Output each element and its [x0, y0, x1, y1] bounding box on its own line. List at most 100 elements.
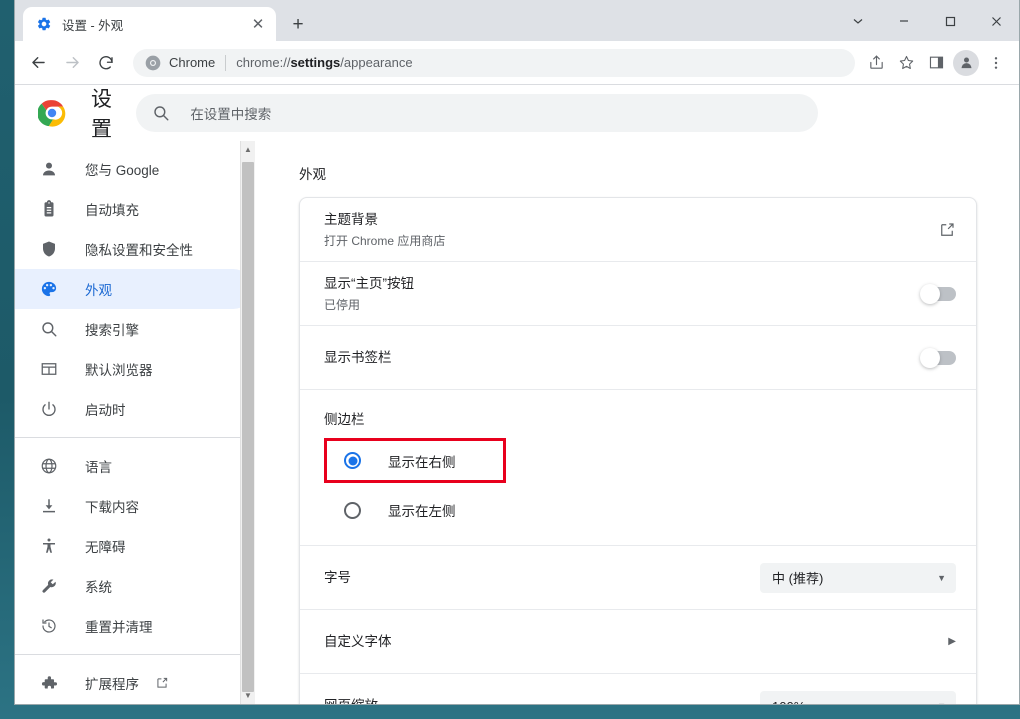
address-bar[interactable]: Chrome chrome://settings/appearance	[133, 48, 855, 77]
row-title: 网页缩放	[324, 696, 760, 704]
row-show-bookmarks-bar[interactable]: 显示书签栏	[300, 326, 976, 390]
sidebar-item-label: 您与 Google	[85, 163, 160, 178]
appearance-settings-card: 主题背景 打开 Chrome 应用商店 显示“主页”按钮 已停用 显示书签栏 侧…	[299, 197, 977, 704]
clipboard-icon	[39, 199, 59, 219]
row-customize-fonts[interactable]: 自定义字体 ▶	[300, 610, 976, 674]
sidebar-item-label: 系统	[85, 580, 112, 595]
minimize-icon[interactable]	[881, 0, 927, 41]
more-menu-icon[interactable]	[981, 48, 1011, 78]
avatar[interactable]	[953, 49, 979, 76]
side-panel-icon[interactable]	[921, 48, 951, 78]
sidebar-item-default-browser[interactable]: 默认浏览器	[15, 349, 253, 389]
sidebar-item-extensions[interactable]: 扩展程序	[15, 663, 253, 703]
sidebar-item-label: 外观	[85, 283, 112, 298]
bookmark-star-icon[interactable]	[891, 48, 921, 78]
scheme-label: Chrome	[169, 55, 216, 70]
row-page-zoom[interactable]: 网页缩放 100% ▼	[300, 674, 976, 704]
sidebar-scrollbar[interactable]: ▲ ▼	[240, 141, 255, 704]
search-area: 在设置中搜索	[112, 94, 1019, 132]
settings-sidebar: 您与 Google 自动填充 隐私设置和安全性 外观 搜索引擎 默认浏览器 启动…	[15, 141, 255, 704]
row-show-home-button[interactable]: 显示“主页”按钮 已停用	[300, 262, 976, 326]
close-icon[interactable]: ✕	[248, 14, 268, 34]
history-restore-icon	[39, 616, 59, 636]
row-title: 显示“主页”按钮	[324, 275, 414, 291]
new-tab-button[interactable]: +	[284, 10, 312, 38]
sidebar-item-label: 下载内容	[85, 500, 139, 515]
radio-row-show-on-left[interactable]: 显示在左侧	[324, 491, 956, 529]
sidebar-item-label: 扩展程序	[85, 677, 139, 692]
sidebar-item-accessibility[interactable]: 无障碍	[15, 526, 253, 566]
sidebar-item-languages[interactable]: 语言	[15, 446, 253, 486]
sidebar-item-downloads[interactable]: 下载内容	[15, 486, 253, 526]
power-icon	[39, 399, 59, 419]
radio-show-on-right[interactable]	[344, 452, 361, 469]
sidebar-item-autofill[interactable]: 自动填充	[15, 189, 253, 229]
row-text: 网页缩放	[324, 696, 760, 704]
browser-window-icon	[39, 359, 59, 379]
omnibox-divider	[225, 54, 227, 71]
external-link-icon[interactable]	[155, 676, 169, 690]
chevron-down-icon: ▼	[937, 572, 946, 583]
sidebar-item-you-and-google[interactable]: 您与 Google	[15, 149, 253, 189]
sidebar-item-on-startup[interactable]: 启动时	[15, 389, 253, 429]
toggle-show-home-button[interactable]	[920, 283, 956, 304]
sidebar-item-label: 隐私设置和安全性	[85, 243, 193, 258]
tab-settings-appearance[interactable]: 设置 - 外观 ✕	[23, 7, 276, 41]
globe-icon	[39, 456, 59, 476]
select-page-zoom[interactable]: 100% ▼	[760, 691, 956, 704]
sidebar-item-label: 重置并清理	[85, 620, 153, 635]
sidebar-item-label: 语言	[85, 460, 112, 475]
sidebar-item-search-engine[interactable]: 搜索引擎	[15, 309, 253, 349]
reload-icon[interactable]	[91, 48, 121, 78]
row-title: 字号	[324, 569, 351, 585]
close-window-icon[interactable]	[973, 0, 1019, 41]
sidebar-item-partial[interactable]	[15, 703, 253, 704]
settings-header: 设置	[15, 85, 112, 141]
browser-toolbar: Chrome chrome://settings/appearance	[15, 41, 1019, 85]
row-text: 显示“主页”按钮 已停用	[324, 274, 922, 314]
radio-show-on-left[interactable]	[344, 501, 361, 519]
toggle-knob	[920, 283, 940, 304]
search-icon	[152, 104, 172, 122]
scrollbar-thumb[interactable]	[242, 162, 254, 692]
tab-title: 设置 - 外观	[62, 18, 124, 33]
toggle-show-bookmarks-bar[interactable]	[920, 347, 956, 368]
sidebar-item-label: 无障碍	[85, 540, 126, 555]
share-icon[interactable]	[861, 48, 891, 78]
minimize-to-tray-icon[interactable]	[835, 0, 881, 41]
chevron-down-icon: ▼	[937, 701, 946, 704]
maximize-icon[interactable]	[927, 0, 973, 41]
chrome-logo-icon	[37, 99, 66, 127]
sidebar-item-label: 搜索引擎	[85, 323, 139, 338]
toggle-knob	[920, 347, 940, 368]
highlight-box-show-on-right[interactable]: 显示在右侧	[324, 438, 506, 483]
settings-main-content: 外观 主题背景 打开 Chrome 应用商店 显示“主页”按钮 已停用 显示书签…	[255, 141, 1019, 704]
search-input[interactable]: 在设置中搜索	[136, 94, 819, 132]
row-text: 主题背景 打开 Chrome 应用商店	[324, 210, 938, 250]
sidebar-item-system[interactable]: 系统	[15, 566, 253, 606]
palette-icon	[39, 279, 59, 299]
sidebar-item-privacy-security[interactable]: 隐私设置和安全性	[15, 229, 253, 269]
row-side-panel: 侧边栏 显示在右侧 显示在左侧	[300, 390, 976, 546]
search-placeholder: 在设置中搜索	[190, 107, 272, 122]
scrollbar-track[interactable]	[241, 158, 255, 692]
row-theme[interactable]: 主题背景 打开 Chrome 应用商店	[300, 198, 976, 262]
row-font-size[interactable]: 字号 中 (推荐) ▼	[300, 546, 976, 610]
sidebar-item-appearance[interactable]: 外观	[15, 269, 253, 309]
forward-icon[interactable]	[57, 48, 87, 78]
scroll-up-icon[interactable]: ▲	[244, 141, 252, 158]
settings-gear-favicon	[36, 16, 52, 32]
browser-window: 设置 - 外观 ✕ + Chrome chrome://settings/app…	[14, 0, 1020, 705]
external-link-icon[interactable]	[938, 221, 956, 239]
section-title: 外观	[299, 167, 326, 182]
row-title: 主题背景	[324, 211, 378, 227]
url-text: chrome://settings/appearance	[236, 55, 413, 70]
sidebar-divider	[15, 654, 255, 655]
page-title: 设置	[91, 88, 113, 141]
select-font-size[interactable]: 中 (推荐) ▼	[760, 562, 956, 593]
radio-label: 显示在左侧	[388, 504, 456, 519]
sidebar-item-reset-cleanup[interactable]: 重置并清理	[15, 606, 253, 646]
sidebar-item-label: 启动时	[85, 403, 126, 418]
row-subtitle: 已停用	[324, 297, 361, 312]
back-icon[interactable]	[23, 48, 53, 78]
